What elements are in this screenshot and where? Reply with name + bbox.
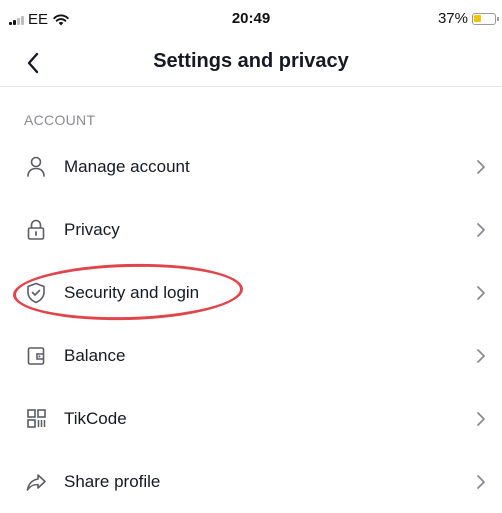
share-icon (24, 470, 48, 494)
menu-item-label: Balance (64, 345, 126, 365)
menu-item-label: Share profile (64, 471, 161, 491)
menu-item-label: TikCode (64, 408, 127, 428)
menu-item-label: Manage account (64, 156, 190, 176)
lock-icon (24, 218, 48, 242)
clock: 20:49 (231, 10, 271, 27)
chevron-right-icon (474, 474, 488, 490)
page-title: Settings and privacy (153, 50, 349, 72)
section-title-account: ACCOUNT (24, 112, 96, 128)
status-bar: EE 20:49 37% (0, 0, 502, 40)
menu-item-balance[interactable]: Balance (0, 324, 502, 387)
chevron-right-icon (474, 348, 488, 364)
menu-item-label: Security and login (64, 282, 200, 302)
menu-item-tikcode[interactable]: TikCode (0, 387, 502, 450)
qr-code-icon (24, 407, 48, 431)
wallet-icon (24, 344, 48, 368)
chevron-right-icon (474, 222, 488, 238)
nav-header: Settings and privacy (0, 40, 502, 87)
chevron-right-icon (474, 159, 488, 175)
battery-percent: 37% (437, 10, 468, 27)
menu-item-label: Privacy (64, 219, 120, 239)
menu-item-privacy[interactable]: Privacy (0, 198, 502, 261)
shield-icon (24, 281, 48, 305)
status-right: 37% (437, 10, 499, 27)
chevron-right-icon (474, 411, 488, 427)
battery-icon (472, 12, 499, 25)
menu-item-security-and-login[interactable]: Security and login (0, 261, 502, 324)
menu-item-manage-account[interactable]: Manage account (0, 135, 502, 198)
person-icon (24, 155, 48, 179)
chevron-right-icon (474, 285, 488, 301)
menu-item-share-profile[interactable]: Share profile (0, 450, 502, 513)
battery-level (474, 14, 481, 22)
